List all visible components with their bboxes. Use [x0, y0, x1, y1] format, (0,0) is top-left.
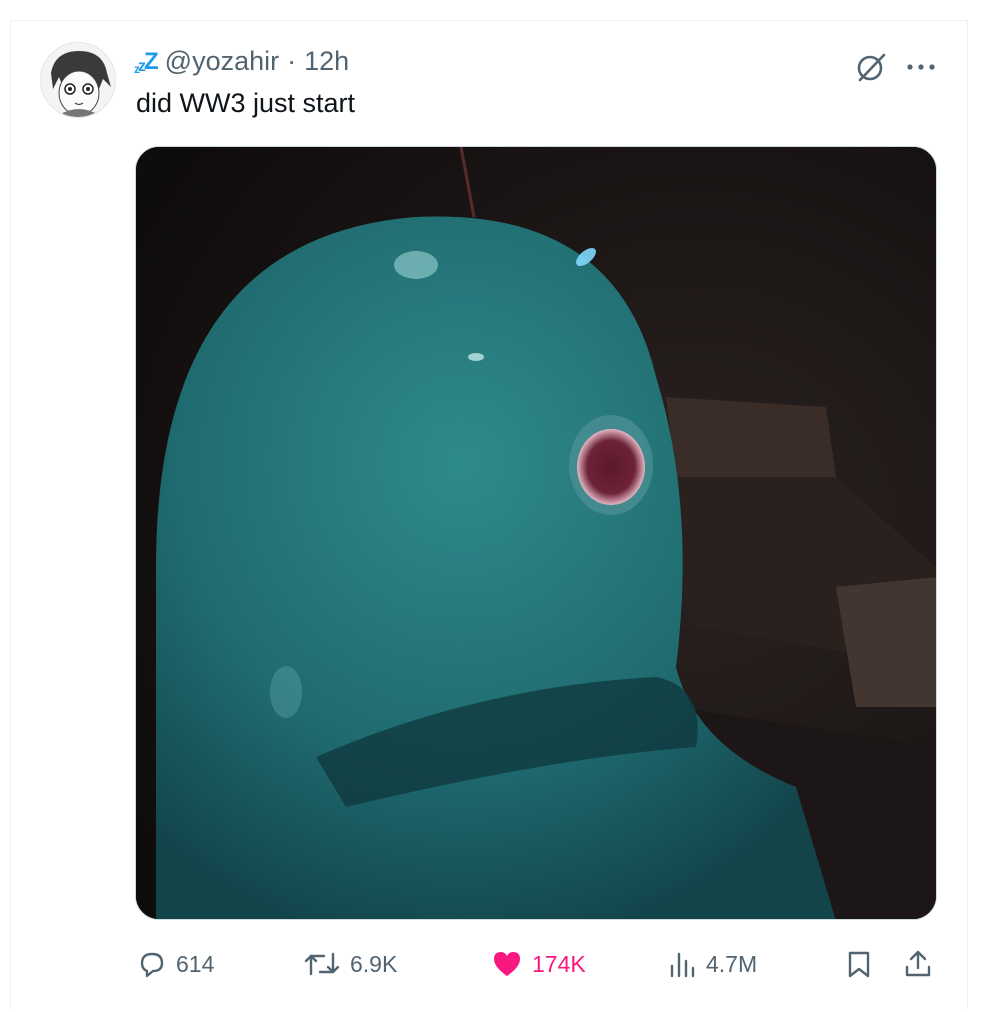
share-button[interactable]: [902, 942, 934, 986]
retweet-count: 6.9K: [350, 950, 398, 977]
more-options-icon[interactable]: [906, 62, 936, 72]
reply-button[interactable]: 614: [136, 942, 214, 986]
bookmark-icon: [848, 951, 870, 978]
like-count: 174K: [532, 950, 586, 977]
tweet-text: did WW3 just start: [136, 88, 356, 118]
share-icon: [905, 950, 931, 977]
avatar[interactable]: [40, 42, 116, 118]
reply-count: 614: [176, 950, 215, 977]
timestamp[interactable]: 12h: [304, 46, 349, 77]
grok-icon[interactable]: [854, 50, 888, 84]
handle[interactable]: @yozahir: [165, 46, 279, 77]
reply-icon: [140, 952, 164, 978]
tweet-header: zzZ @yozahir · 12h: [134, 46, 349, 77]
heart-icon: [494, 952, 520, 976]
bookmark-button[interactable]: [844, 942, 874, 986]
views-button[interactable]: 4.7M: [668, 942, 757, 986]
tweet-top-actions: [854, 50, 936, 84]
retweet-button[interactable]: 6.9K: [302, 942, 397, 986]
view-count: 4.7M: [706, 950, 758, 977]
analytics-icon: [670, 952, 695, 978]
avatar-image: [41, 43, 115, 117]
retweet-icon: [304, 952, 340, 976]
display-name[interactable]: zzZ: [134, 48, 159, 76]
separator-dot: ·: [287, 46, 297, 76]
tweet-media-image[interactable]: [135, 146, 937, 920]
photo-media-icon: [136, 147, 936, 919]
tweet-action-bar: 614 6.9K 174K 4.7M: [136, 942, 938, 986]
like-button[interactable]: 174K: [490, 942, 586, 986]
